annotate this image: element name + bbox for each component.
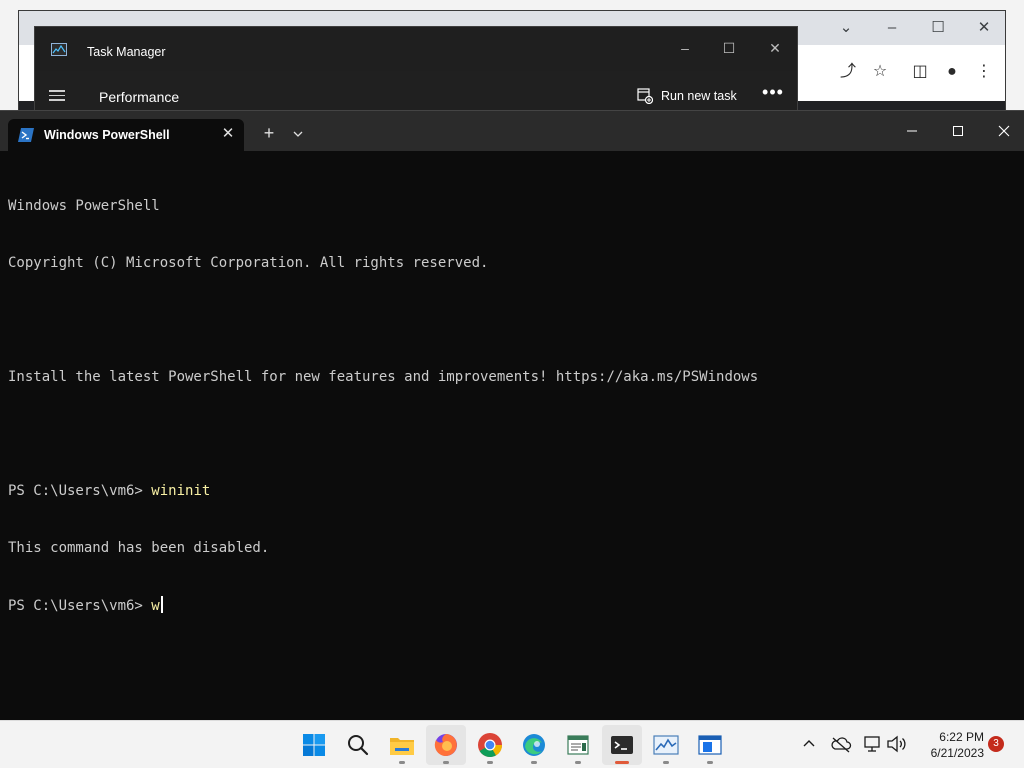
- running-indicator: [575, 761, 581, 764]
- editor-button[interactable]: [690, 725, 730, 765]
- taskbar: 6:22 PM 6/21/2023 3: [0, 720, 1024, 768]
- current-input-text[interactable]: w: [151, 598, 159, 614]
- bookmark-star-icon[interactable]: ☆: [867, 59, 893, 85]
- chrome-icon: [478, 733, 502, 758]
- running-indicator: [663, 761, 669, 764]
- onedrive-cloud-offline-icon[interactable]: [830, 735, 852, 753]
- powershell-icon: [18, 128, 34, 142]
- notification-badge[interactable]: 3: [988, 736, 1004, 752]
- running-indicator: [707, 761, 713, 764]
- task-manager-maximize-icon[interactable]: ☐: [711, 33, 747, 63]
- terminal-tabbar: Windows PowerShell ✕ +: [0, 111, 1024, 151]
- clock-time: 6:22 PM: [939, 730, 984, 744]
- search-icon: [348, 735, 369, 756]
- task-manager-title: Task Manager: [87, 45, 166, 59]
- edge-button[interactable]: [514, 725, 554, 765]
- terminal-line: Install the latest PowerShell for new fe…: [8, 369, 759, 385]
- prompt: PS C:\Users\vm6>: [8, 483, 152, 499]
- task-manager-titlebar: Task Manager – ☐ ✕: [35, 27, 797, 71]
- volume-icon[interactable]: [886, 735, 908, 753]
- terminal-icon: [611, 736, 633, 754]
- windows-logo-icon: [303, 734, 325, 756]
- profile-icon[interactable]: ●: [939, 59, 965, 85]
- network-icon[interactable]: [862, 735, 882, 753]
- edge-icon: [523, 734, 545, 756]
- task-manager-app-icon: [51, 43, 67, 56]
- running-indicator: [531, 761, 537, 764]
- prompt: PS C:\Users\vm6>: [8, 598, 152, 614]
- terminal-line: This command has been disabled.: [8, 540, 270, 556]
- firefox-icon: [434, 734, 457, 756]
- file-explorer-button[interactable]: [382, 725, 422, 765]
- notepad-button[interactable]: [558, 725, 598, 765]
- terminal-line: Windows PowerShell: [8, 198, 160, 214]
- chrome-maximize-icon[interactable]: ☐: [923, 17, 953, 39]
- show-hidden-icons-chevron-icon[interactable]: [800, 735, 818, 753]
- terminal-tab-powershell[interactable]: Windows PowerShell ✕: [8, 119, 244, 151]
- clock-date: 6/21/2023: [930, 746, 984, 760]
- task-manager-window: Task Manager – ☐ ✕ Performance Run new t…: [34, 26, 798, 117]
- terminal-tab-title: Windows PowerShell: [44, 128, 170, 142]
- share-icon[interactable]: ⤴: [835, 59, 861, 85]
- chrome-close-icon[interactable]: ✕: [969, 17, 999, 39]
- task-manager-minimize-icon[interactable]: –: [667, 33, 703, 63]
- text-cursor: [160, 596, 163, 613]
- side-panel-icon[interactable]: ◫: [907, 59, 933, 85]
- terminal-output[interactable]: Windows PowerShell Copyright (C) Microso…: [0, 151, 1024, 721]
- new-tab-plus-icon[interactable]: +: [258, 123, 280, 145]
- active-indicator: [615, 761, 629, 764]
- run-new-task-button[interactable]: Run new task: [637, 83, 737, 109]
- command-text: wininit: [151, 483, 211, 499]
- start-button[interactable]: [294, 725, 334, 765]
- page-title: Performance: [99, 89, 180, 105]
- editor-icon: [698, 735, 722, 755]
- terminal-input-line[interactable]: PS C:\Users\vm6> w: [8, 596, 1024, 615]
- chrome-tab-search-icon[interactable]: ⌄: [831, 17, 861, 39]
- chrome-button[interactable]: [470, 725, 510, 765]
- terminal-line: Copyright (C) Microsoft Corporation. All…: [8, 255, 489, 271]
- terminal-command-line: PS C:\Users\vm6> wininit: [8, 482, 1024, 501]
- more-options-icon[interactable]: •••: [761, 83, 785, 107]
- run-task-icon: [637, 88, 653, 104]
- terminal-minimize-icon[interactable]: [894, 117, 930, 145]
- firefox-button[interactable]: [426, 725, 466, 765]
- run-new-task-label: Run new task: [661, 89, 737, 103]
- chrome-minimize-icon[interactable]: –: [877, 17, 907, 39]
- tab-close-icon[interactable]: ✕: [218, 124, 238, 144]
- folder-icon: [390, 738, 414, 755]
- hamburger-menu-icon[interactable]: [49, 87, 69, 103]
- terminal-button[interactable]: [602, 725, 642, 765]
- clock[interactable]: 6:22 PM 6/21/2023: [914, 729, 984, 761]
- search-button[interactable]: [338, 725, 378, 765]
- running-indicator: [443, 761, 449, 764]
- terminal-maximize-icon[interactable]: [940, 117, 976, 145]
- notepad-icon: [567, 735, 589, 755]
- running-indicator: [487, 761, 493, 764]
- powershell-window: Windows PowerShell ✕ + Windows PowerShel…: [0, 110, 1024, 721]
- task-manager-icon: [653, 735, 679, 755]
- task-manager-close-icon[interactable]: ✕: [757, 33, 793, 63]
- task-manager-button[interactable]: [646, 725, 686, 765]
- tab-dropdown-chevron-icon[interactable]: [288, 123, 308, 145]
- running-indicator: [399, 761, 405, 764]
- terminal-close-icon[interactable]: [986, 117, 1022, 145]
- chrome-menu-icon[interactable]: ⋮: [971, 59, 997, 85]
